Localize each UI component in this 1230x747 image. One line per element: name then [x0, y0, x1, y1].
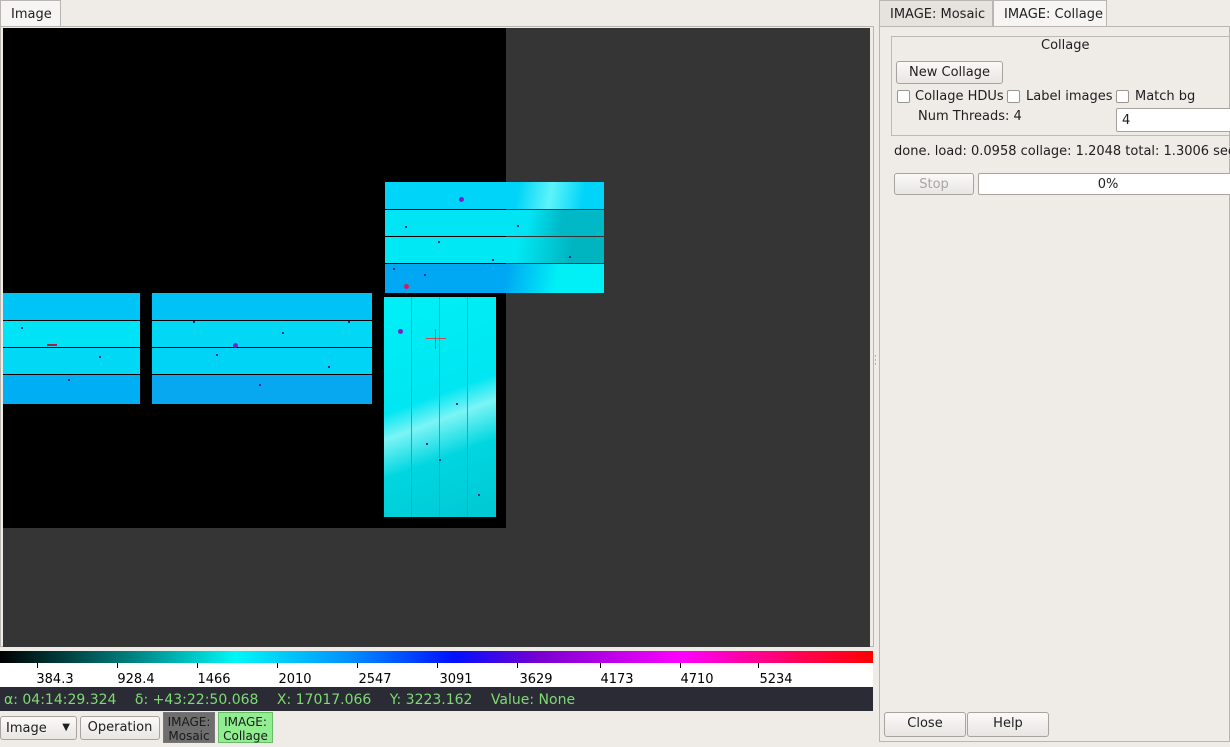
- progress-bar: 0%: [978, 173, 1230, 195]
- channel-collage-line2: Collage: [223, 729, 268, 743]
- star-dot: [517, 225, 519, 227]
- match-bg-label: Match bg: [1135, 89, 1196, 104]
- cursor-crosshair: [426, 329, 446, 349]
- star-dot: [328, 366, 330, 368]
- label-images-label: Label images: [1026, 89, 1113, 104]
- image-select[interactable]: Image ▼: [0, 716, 77, 740]
- num-threads-label: Num Threads: 4: [918, 109, 1022, 124]
- image-tile-2: [3, 293, 140, 404]
- star-dot: [47, 344, 57, 346]
- new-collage-button[interactable]: New Collage: [896, 61, 1003, 84]
- star-dot: [68, 379, 70, 381]
- progress-text: 0%: [1097, 177, 1119, 192]
- colorbar-labels: 384.3 928.4 1466 2010 2547 3091 3629 417…: [0, 663, 873, 687]
- colorbar-tick-label: 5234: [759, 672, 793, 687]
- channel-mosaic-line1: IMAGE:: [167, 715, 211, 729]
- colorbar-tick-label: 3091: [439, 672, 473, 687]
- star-dot: [193, 321, 195, 323]
- status-message: done. load: 0.0958 collage: 1.2048 total…: [894, 144, 1230, 159]
- value-readout: Value: None: [490, 692, 576, 708]
- collage-hdus-checkbox[interactable]: [897, 90, 910, 103]
- colorbar-tick-label: 1466: [197, 672, 231, 687]
- help-button[interactable]: Help: [967, 712, 1049, 737]
- star-dot: [99, 356, 101, 358]
- star-dot: [216, 354, 218, 356]
- colorbar-tick-label: 2010: [278, 672, 312, 687]
- colorbar-tick-label: 4173: [600, 672, 634, 687]
- colorbar-tick-label: 4710: [680, 672, 714, 687]
- star-dot: [459, 197, 464, 202]
- image-canvas[interactable]: [3, 28, 870, 647]
- star-dot: [439, 459, 441, 461]
- star-dot: [426, 443, 428, 445]
- star-dot: [348, 321, 350, 323]
- image-tile-3: [152, 293, 372, 404]
- star-dot: [492, 259, 494, 261]
- tab-image-mosaic[interactable]: IMAGE: Mosaic: [879, 0, 993, 27]
- colorbar-tick-label: 384.3: [36, 672, 74, 687]
- tab-image-collage[interactable]: IMAGE: Collage: [993, 0, 1107, 28]
- star-dot: [398, 329, 403, 334]
- channel-mosaic-line2: Mosaic: [168, 729, 210, 743]
- chevron-down-icon: ▼: [62, 722, 70, 733]
- star-dot: [233, 343, 238, 348]
- tab-image[interactable]: Image: [0, 0, 61, 28]
- star-dot: [478, 494, 480, 496]
- match-bg-checkbox[interactable]: [1116, 90, 1129, 103]
- star-dot: [259, 384, 261, 386]
- star-dot: [438, 241, 440, 243]
- ra-readout: α: 04:14:29.324: [4, 692, 117, 708]
- channel-button-mosaic[interactable]: IMAGE: Mosaic: [163, 712, 215, 743]
- label-images-checkbox[interactable]: [1007, 90, 1020, 103]
- y-readout: Y: 3223.162: [389, 692, 473, 708]
- operation-button[interactable]: Operation: [80, 716, 160, 740]
- star-dot: [21, 327, 23, 329]
- star-dot: [424, 274, 426, 276]
- star-dot: [393, 268, 395, 270]
- colorbar-tick-label: 928.4: [117, 672, 155, 687]
- star-dot: [405, 226, 407, 228]
- dec-readout: δ: +43:22:50.068: [134, 692, 259, 708]
- num-threads-input[interactable]: 4: [1116, 108, 1230, 132]
- collage-hdus-label: Collage HDUs: [915, 89, 1004, 104]
- collage-title: Collage: [1041, 38, 1090, 53]
- star-dot: [282, 332, 284, 334]
- image-tile-1: [385, 182, 604, 293]
- x-readout: X: 17017.066: [276, 692, 372, 708]
- coordinate-readout: α: 04:14:29.324 δ: +43:22:50.068 X: 1701…: [0, 687, 873, 711]
- star-dot: [404, 284, 409, 289]
- image-select-value: Image: [6, 721, 47, 736]
- channel-collage-line1: IMAGE:: [224, 715, 267, 729]
- pane-splitter-handle[interactable]: · · ·: [874, 353, 878, 370]
- colorbar-tick-label: 3629: [519, 672, 553, 687]
- colorbar[interactable]: [0, 651, 873, 663]
- colorbar-tick-label: 2547: [358, 672, 392, 687]
- stop-button[interactable]: Stop: [894, 173, 974, 195]
- star-dot: [456, 403, 458, 405]
- close-button[interactable]: Close: [884, 712, 966, 737]
- star-dot: [569, 256, 571, 258]
- channel-button-collage[interactable]: IMAGE: Collage: [218, 712, 273, 743]
